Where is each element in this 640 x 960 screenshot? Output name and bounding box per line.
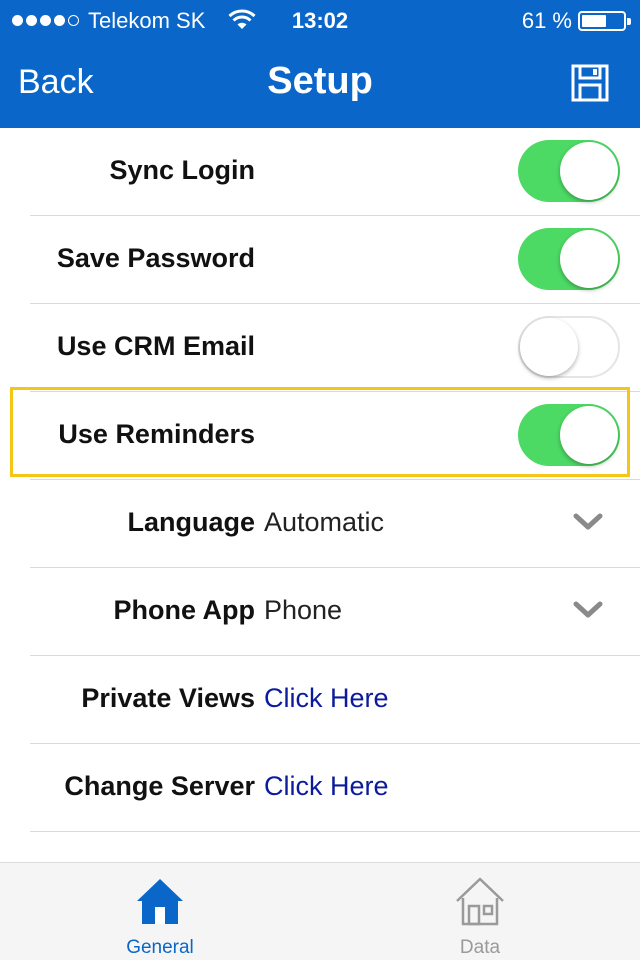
change-server-row: Change Server Click Here — [0, 744, 640, 832]
home-icon — [137, 879, 183, 924]
page-title: Setup — [267, 60, 373, 102]
language-row[interactable]: Language Automatic — [0, 480, 640, 568]
sync-login-row: Sync Login — [0, 128, 640, 216]
setting-label: Use Reminders — [58, 419, 255, 449]
sync-login-toggle[interactable] — [518, 140, 620, 202]
tab-data[interactable]: Data — [320, 863, 640, 960]
home-icon — [456, 877, 504, 926]
setting-label: Use CRM Email — [56, 331, 255, 361]
battery-icon — [578, 11, 631, 31]
private-views-link[interactable]: Click Here — [264, 683, 389, 714]
setting-label: Change Server — [64, 771, 255, 801]
tab-general[interactable]: General — [0, 863, 320, 960]
toggle-knob — [520, 318, 578, 376]
tab-label: General — [126, 937, 194, 958]
setting-label: Save Password — [56, 243, 255, 273]
row-divider — [30, 831, 640, 832]
private-views-row: Private Views Click Here — [0, 656, 640, 744]
setting-label: Phone App — [113, 595, 256, 625]
toggle-knob — [560, 230, 618, 288]
toggle-knob — [560, 142, 618, 200]
save-password-toggle[interactable] — [518, 228, 620, 290]
toggle-knob — [560, 406, 618, 464]
chevron-down-icon[interactable] — [573, 600, 603, 620]
phone-app-value[interactable]: Phone — [264, 595, 342, 626]
tab-label: Data — [459, 937, 501, 958]
battery-fill — [582, 15, 606, 27]
setting-label: Private Views — [81, 683, 255, 713]
top-header: Telekom SK 13:02 61 % Back Setup — [0, 0, 640, 128]
setting-label: Language — [127, 507, 255, 537]
tab-bar: General Data — [0, 862, 640, 960]
status-bar: Telekom SK 13:02 61 % — [0, 0, 640, 40]
settings-list: Sync Login Save Password Use CRM Email U… — [0, 128, 640, 832]
use-reminders-toggle[interactable] — [518, 404, 620, 466]
change-server-link[interactable]: Click Here — [264, 771, 389, 802]
phone-app-row[interactable]: Phone App Phone — [0, 568, 640, 656]
use-reminders-row: Use Reminders — [0, 392, 640, 480]
battery-nub — [627, 18, 631, 25]
use-crm-email-row: Use CRM Email — [0, 304, 640, 392]
chevron-down-icon[interactable] — [573, 512, 603, 532]
setting-label: Sync Login — [109, 155, 255, 185]
floppy-disk-icon[interactable] — [571, 64, 609, 102]
battery-percentage: 61 % — [521, 8, 572, 33]
use-crm-email-toggle[interactable] — [518, 316, 620, 378]
language-value[interactable]: Automatic — [264, 507, 384, 538]
save-password-row: Save Password — [0, 216, 640, 304]
